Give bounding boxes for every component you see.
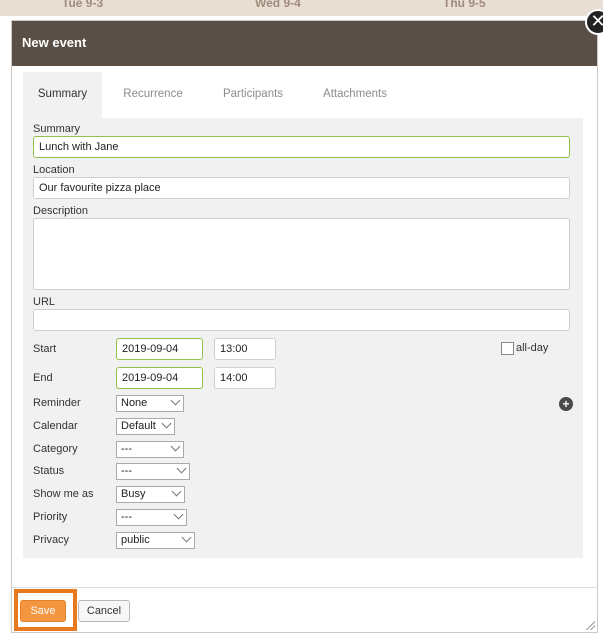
summary-label: Summary: [33, 123, 81, 135]
chevron-down-icon: [170, 441, 181, 452]
showmeas-value: Busy: [121, 488, 146, 500]
calendar-day-header: Tue 9-3: [62, 0, 104, 10]
calendar-label: Calendar: [33, 420, 78, 432]
summary-panel: Summary Lunch with Jane Location Our fav…: [23, 118, 583, 558]
end-label: End: [33, 372, 53, 384]
showmeas-select[interactable]: Busy: [116, 486, 185, 503]
footer-divider: [12, 587, 597, 588]
priority-label: Priority: [33, 511, 68, 523]
status-value: ---: [121, 465, 132, 477]
url-label: URL: [33, 296, 56, 308]
calendar-header-strip: Tue 9-3 Wed 9-4 Thu 9-5: [0, 0, 603, 16]
privacy-select[interactable]: public: [116, 532, 195, 549]
priority-value: ---: [121, 511, 132, 523]
chevron-down-icon: [176, 463, 187, 474]
reminder-label: Reminder: [33, 397, 81, 409]
category-value: ---: [121, 443, 132, 455]
dialog-titlebar: New event: [12, 21, 597, 66]
priority-select[interactable]: ---: [116, 509, 187, 526]
chevron-down-icon: [171, 486, 182, 497]
chevron-down-icon: [161, 418, 172, 429]
new-event-dialog: New event ✕ Summary Recurrence Participa…: [11, 9, 603, 633]
tab-recurrence[interactable]: Recurrence: [108, 72, 198, 118]
start-time-input[interactable]: 13:00: [214, 338, 276, 360]
category-select[interactable]: ---: [116, 441, 184, 458]
calendar-day-header: Wed 9-4: [255, 0, 301, 10]
save-button[interactable]: Save: [20, 600, 66, 622]
allday-checkbox[interactable]: [501, 342, 514, 355]
calendar-day-header: Thu 9-5: [443, 0, 486, 10]
dialog-title: New event: [22, 35, 87, 50]
reminder-select[interactable]: None: [116, 395, 184, 412]
end-date-input[interactable]: 2019-09-04: [116, 367, 203, 389]
chevron-down-icon: [173, 509, 184, 520]
allday-label: all-day: [516, 342, 549, 354]
description-textarea[interactable]: [33, 218, 570, 290]
tab-participants[interactable]: Participants: [203, 72, 303, 118]
description-label: Description: [33, 205, 89, 217]
location-input[interactable]: Our favourite pizza place: [33, 177, 570, 199]
category-label: Category: [33, 443, 78, 455]
add-reminder-plus-icon[interactable]: +: [559, 397, 573, 411]
calendar-value: Default: [121, 420, 156, 432]
privacy-label: Privacy: [33, 534, 70, 546]
cancel-button[interactable]: Cancel: [78, 600, 130, 622]
end-time-input[interactable]: 14:00: [214, 367, 276, 389]
chevron-down-icon: [170, 395, 181, 406]
tab-attachments[interactable]: Attachments: [307, 72, 403, 118]
start-label: Start: [33, 343, 57, 355]
resize-grip-icon[interactable]: [585, 620, 595, 630]
summary-input[interactable]: Lunch with Jane: [33, 136, 570, 158]
status-label: Status: [33, 465, 65, 477]
reminder-value: None: [121, 397, 148, 409]
event-tabs: Summary Recurrence Participants Attachme…: [23, 72, 583, 118]
privacy-value: public: [121, 534, 150, 546]
start-date-input[interactable]: 2019-09-04: [116, 338, 203, 360]
calendar-select[interactable]: Default: [116, 418, 175, 435]
chevron-down-icon: [181, 532, 192, 543]
location-label: Location: [33, 164, 75, 176]
url-input[interactable]: [33, 309, 570, 331]
status-select[interactable]: ---: [116, 463, 190, 480]
tab-summary[interactable]: Summary: [23, 72, 102, 118]
showmeas-label: Show me as: [33, 488, 94, 500]
